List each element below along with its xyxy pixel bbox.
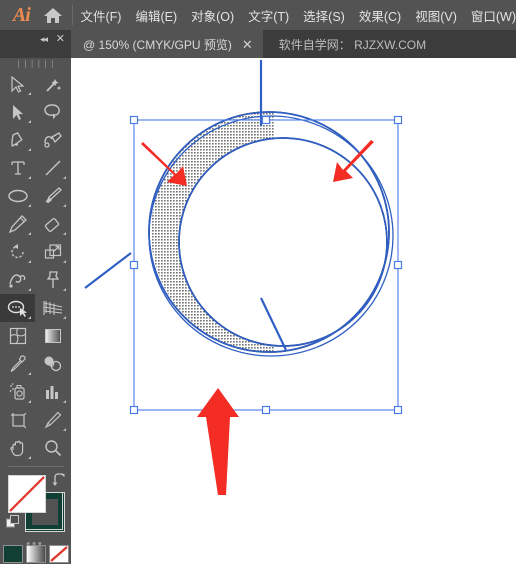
grip-dots: ❘❘❘❘❘❘ [15, 59, 56, 68]
flyout-indicator [28, 176, 31, 179]
fill-stroke-block [0, 471, 70, 543]
menubar-divider [71, 5, 73, 25]
close-icon[interactable]: ✕ [242, 38, 253, 51]
type-tool[interactable] [0, 154, 35, 182]
flyout-indicator [63, 288, 66, 291]
swap-fill-stroke-icon[interactable] [52, 473, 66, 487]
flyout-indicator [28, 92, 31, 95]
menu-type[interactable]: 文字(T) [248, 6, 289, 25]
none-slash-icon [9, 476, 45, 512]
flyout-indicator [28, 400, 31, 403]
toolbar-drag-grip[interactable]: ❘❘❘❘❘❘ [0, 58, 71, 70]
hand-tool[interactable] [0, 434, 35, 462]
flyout-indicator [28, 260, 31, 263]
direct-selection-tool[interactable] [0, 98, 35, 126]
collapse-panel-icon[interactable]: ◂◂ [40, 34, 48, 45]
flyout-indicator [28, 232, 31, 235]
document-tab-label: @ 150% (CMYK/GPU 预览) [83, 37, 232, 52]
perspective-grid-tool[interactable] [35, 294, 70, 322]
shape-builder-tool[interactable] [0, 294, 35, 322]
line-segment-tool[interactable] [35, 154, 70, 182]
eraser-tool[interactable] [35, 210, 70, 238]
flyout-indicator [63, 176, 66, 179]
home-icon[interactable] [39, 6, 68, 24]
flyout-indicator [28, 372, 31, 375]
flyout-indicator [63, 260, 66, 263]
ellipse-tool[interactable] [0, 182, 35, 210]
document-tab[interactable]: @ 150% (CMYK/GPU 预览) ✕ [71, 30, 263, 58]
flyout-indicator [63, 316, 66, 319]
menu-object[interactable]: 对象(O) [191, 6, 234, 25]
document-tab-bar: @ 150% (CMYK/GPU 预览) ✕ 软件自学网： RJZXW.COM [0, 30, 516, 58]
eyedropper-tool[interactable] [0, 350, 35, 378]
flyout-indicator [28, 204, 31, 207]
pencil-tool[interactable] [0, 210, 35, 238]
slice-tool[interactable] [35, 406, 70, 434]
curvature-tool[interactable] [35, 126, 70, 154]
pen-tool[interactable] [0, 126, 35, 154]
flyout-indicator [28, 148, 31, 151]
rotate-tool[interactable] [0, 238, 35, 266]
selection-tool[interactable] [0, 70, 35, 98]
flyout-indicator [28, 316, 31, 319]
tick-mark-lower-left [84, 252, 132, 289]
free-transform-tool[interactable] [35, 266, 70, 294]
flyout-indicator [63, 400, 66, 403]
menu-select[interactable]: 选择(S) [303, 6, 345, 25]
menu-effect[interactable]: 效果(C) [359, 6, 401, 25]
paintbrush-tool[interactable] [35, 182, 70, 210]
watermark-text: 软件自学网： RJZXW.COM [278, 37, 427, 52]
lasso-tool[interactable] [35, 98, 70, 126]
circle-ring-artwork[interactable] [84, 60, 394, 357]
mesh-tool[interactable] [0, 322, 35, 350]
column-graph-tool[interactable] [35, 378, 70, 406]
menu-items: 文件(F) 编辑(E) 对象(O) 文字(T) 选择(S) 效果(C) 视图(V… [81, 6, 516, 25]
zoom-tool[interactable] [35, 434, 70, 462]
menu-window[interactable]: 窗口(W) [471, 6, 516, 25]
app-logo: Ai [12, 3, 31, 26]
flyout-indicator [63, 232, 66, 235]
tool-grid [0, 70, 70, 462]
flyout-indicator [28, 120, 31, 123]
fill-swatch[interactable] [8, 475, 46, 513]
flyout-indicator [63, 428, 66, 431]
menu-bar: Ai 文件(F) 编辑(E) 对象(O) 文字(T) 选择(S) 效果(C) 视… [0, 0, 516, 30]
toolbar-divider [7, 466, 64, 467]
magic-wand-tool[interactable] [35, 70, 70, 98]
close-panel-icon[interactable]: ✕ [56, 32, 65, 45]
flyout-indicator [28, 456, 31, 459]
artboard-tool[interactable] [0, 406, 35, 434]
menu-file[interactable]: 文件(F) [81, 6, 122, 25]
width-tool[interactable] [0, 266, 35, 294]
flyout-indicator [28, 288, 31, 291]
blend-tool[interactable] [35, 350, 70, 378]
toolbar-panel-header: ◂◂ ✕ [0, 30, 71, 58]
gradient-tool[interactable] [35, 322, 70, 350]
toolbar-more-options[interactable]: ••• [0, 538, 70, 550]
default-fill-stroke-icon[interactable] [6, 515, 20, 529]
tools-panel: ❘❘❘❘❘❘ ••• [0, 58, 71, 564]
menu-edit[interactable]: 编辑(E) [135, 6, 177, 25]
annotation-arrow-bottom [197, 388, 239, 495]
flyout-indicator [63, 204, 66, 207]
illustrator-window: Ai 文件(F) 编辑(E) 对象(O) 文字(T) 选择(S) 效果(C) 视… [0, 0, 516, 564]
menu-view[interactable]: 视图(V) [415, 6, 457, 25]
scale-tool[interactable] [35, 238, 70, 266]
artboard-canvas[interactable] [71, 58, 516, 564]
symbol-sprayer-tool[interactable] [0, 378, 35, 406]
